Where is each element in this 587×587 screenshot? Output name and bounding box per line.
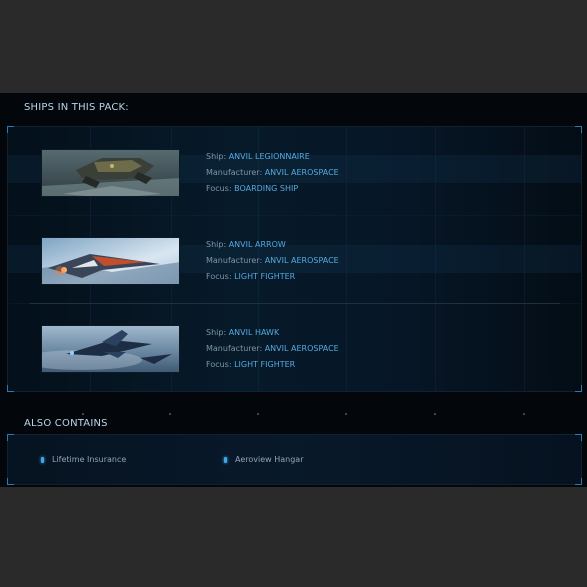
frame-corner bbox=[575, 385, 582, 392]
grid-line bbox=[8, 215, 581, 216]
legionnaire-ship-icon bbox=[42, 150, 179, 196]
frame-corner bbox=[7, 434, 14, 441]
frame-corner bbox=[7, 478, 14, 485]
ship-details: Ship: ANVIL ARROW Manufacturer: ANVIL AE… bbox=[206, 237, 339, 285]
focus-label: Focus: bbox=[206, 272, 232, 281]
grid-dot bbox=[82, 413, 84, 415]
ship-image-legionnaire[interactable] bbox=[41, 149, 180, 197]
manufacturer-label: Manufacturer: bbox=[206, 256, 263, 265]
grid-dot bbox=[257, 413, 259, 415]
frame-corner bbox=[7, 385, 14, 392]
contains-section-title: ALSO CONTAINS bbox=[24, 418, 108, 429]
grid-dots bbox=[0, 413, 587, 416]
arrow-ship-icon bbox=[42, 238, 179, 284]
frame-corner bbox=[7, 126, 14, 133]
manufacturer-label: Manufacturer: bbox=[206, 168, 263, 177]
frame-corner bbox=[575, 126, 582, 133]
focus-label: Focus: bbox=[206, 184, 232, 193]
ship-label: Ship: bbox=[206, 328, 227, 337]
also-contains-list: Lifetime Insurance Aeroview Hangar bbox=[7, 434, 582, 485]
ship-entry[interactable]: Ship: ANVIL HAWK Manufacturer: ANVIL AER… bbox=[8, 325, 581, 373]
grid-dot bbox=[345, 413, 347, 415]
frame-corner bbox=[575, 478, 582, 485]
ship-entry[interactable]: Ship: ANVIL LEGIONNAIRE Manufacturer: AN… bbox=[8, 149, 581, 197]
contains-item-label: Lifetime Insurance bbox=[52, 455, 127, 464]
bullet-icon bbox=[41, 457, 44, 463]
ship-details: Ship: ANVIL HAWK Manufacturer: ANVIL AER… bbox=[206, 325, 339, 373]
grid-dot bbox=[169, 413, 171, 415]
focus-label: Focus: bbox=[206, 360, 232, 369]
grid-dot bbox=[434, 413, 436, 415]
ship-label: Ship: bbox=[206, 152, 227, 161]
frame-corner bbox=[575, 434, 582, 441]
ships-list: Ship: ANVIL LEGIONNAIRE Manufacturer: AN… bbox=[7, 126, 582, 392]
ship-name[interactable]: ANVIL LEGIONNAIRE bbox=[229, 152, 310, 161]
manufacturer-name[interactable]: ANVIL AEROSPACE bbox=[265, 256, 339, 265]
ship-image-hawk[interactable] bbox=[41, 325, 180, 373]
grid-dot bbox=[523, 413, 525, 415]
ship-divider bbox=[30, 303, 560, 304]
contains-item: Lifetime Insurance bbox=[41, 455, 126, 464]
top-backdrop bbox=[0, 0, 587, 93]
ship-name[interactable]: ANVIL HAWK bbox=[229, 328, 280, 337]
ship-name[interactable]: ANVIL ARROW bbox=[229, 240, 286, 249]
ship-entry[interactable]: Ship: ANVIL ARROW Manufacturer: ANVIL AE… bbox=[8, 237, 581, 285]
hawk-ship-icon bbox=[42, 326, 179, 372]
bottom-backdrop bbox=[0, 487, 587, 587]
ship-label: Ship: bbox=[206, 240, 227, 249]
manufacturer-name[interactable]: ANVIL AEROSPACE bbox=[265, 168, 339, 177]
ships-section-title: SHIPS IN THIS PACK: bbox=[24, 102, 129, 113]
bullet-icon bbox=[224, 457, 227, 463]
focus-value: BOARDING SHIP bbox=[234, 184, 299, 193]
focus-value: LIGHT FIGHTER bbox=[234, 272, 296, 281]
focus-value: LIGHT FIGHTER bbox=[234, 360, 296, 369]
ship-image-arrow[interactable] bbox=[41, 237, 180, 285]
manufacturer-label: Manufacturer: bbox=[206, 344, 263, 353]
contains-item-label: Aeroview Hangar bbox=[235, 455, 304, 464]
ship-details: Ship: ANVIL LEGIONNAIRE Manufacturer: AN… bbox=[206, 149, 339, 197]
manufacturer-name[interactable]: ANVIL AEROSPACE bbox=[265, 344, 339, 353]
contains-item: Aeroview Hangar bbox=[224, 455, 303, 464]
